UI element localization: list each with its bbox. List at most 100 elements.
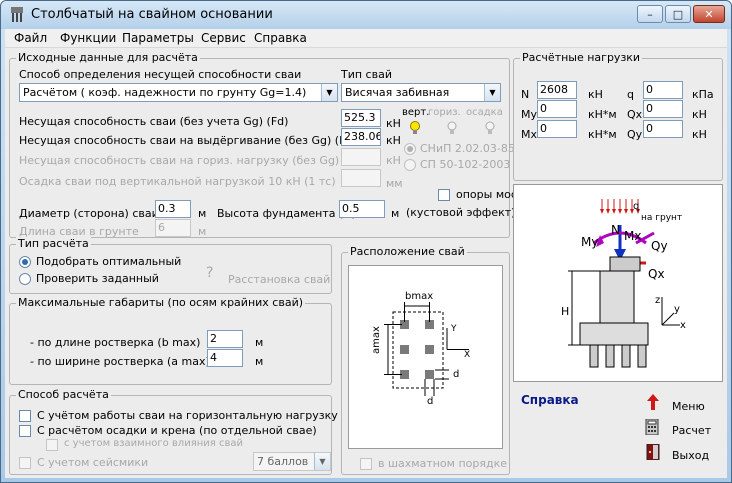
scheme-qy-label: Qy	[651, 239, 668, 253]
input-data-group: Исходные данные для расчёта Способ опред…	[9, 51, 537, 238]
height-label: Высота фундамента (H)	[217, 207, 356, 220]
q-label: q	[627, 88, 634, 101]
fdq-label: Несущая способность сваи на гориз. нагру…	[19, 154, 372, 167]
fd-label: Несущая способность сваи (без учета Gg) …	[19, 115, 289, 128]
calculate-button[interactable]: Расчет	[672, 424, 711, 437]
method-select[interactable]: Расчётом ( коэф. надежности по грунту Gg…	[19, 83, 338, 102]
fdq-input[interactable]	[341, 148, 381, 166]
bulb-on-icon[interactable]	[409, 121, 421, 135]
calc-method-title: Способ расчёта	[16, 388, 111, 401]
menu-help[interactable]: Справка	[254, 31, 307, 45]
a-max-input[interactable]: 4	[207, 349, 243, 367]
b-max-unit: м	[255, 336, 264, 349]
norm-snip-label: СНиП 2.02.03-85	[420, 142, 515, 155]
tab-vertical[interactable]: верт.	[402, 107, 429, 118]
chevron-down-icon: ▼	[321, 84, 337, 101]
menu-service[interactable]: Сервис	[201, 31, 246, 45]
menu-arrow-icon[interactable]	[647, 394, 659, 410]
pile-layout-panel: bmax amax Y X d d	[348, 265, 503, 449]
optimal-radio[interactable]	[19, 256, 31, 268]
qx-unit: кН	[692, 108, 707, 121]
qx-label: Qx	[627, 108, 643, 121]
mutual-influence-label: с учетом взаимного влияния свай	[64, 438, 243, 449]
settlement-input[interactable]	[341, 169, 381, 187]
q-unit: кПа	[692, 88, 714, 101]
b-max-input[interactable]: 2	[207, 330, 243, 348]
dimensions-title: Максимальные габариты (по осям крайних с…	[16, 296, 306, 309]
horizontal-load-checkbox[interactable]	[19, 410, 31, 422]
scheme-n-label: N	[611, 223, 620, 237]
tab-settlement[interactable]: осадка	[466, 107, 503, 118]
chess-order-label: в шахматном порядке	[378, 457, 507, 470]
qy-input[interactable]: 0	[643, 120, 683, 138]
fdu-input[interactable]: 238.06	[341, 128, 381, 146]
pile-type-select[interactable]: Висячая забивная ▼	[341, 83, 501, 102]
maximize-button[interactable]: □	[665, 5, 691, 23]
my-input[interactable]: 0	[537, 100, 577, 118]
diameter-unit: м	[198, 207, 207, 220]
n-label: N	[521, 88, 530, 101]
fd-input[interactable]: 525.3	[341, 109, 381, 127]
client-area: Исходные данные для расчёта Способ опред…	[5, 48, 727, 478]
length-input[interactable]: 6	[155, 219, 191, 237]
pile-type-label: Тип свай	[341, 68, 392, 81]
scheme-ground-label: на грунт	[641, 213, 683, 223]
placement-button[interactable]: Расстановка свай	[228, 273, 330, 286]
seismic-checkbox[interactable]	[19, 457, 31, 469]
menu-button[interactable]: Меню	[672, 400, 705, 413]
bridge-checkbox[interactable]	[438, 189, 450, 201]
menu-parameters[interactable]: Параметры	[122, 31, 194, 45]
scheme-h-label: H	[561, 305, 570, 318]
seismic-select[interactable]: 7 баллов ▼	[253, 452, 331, 471]
seismic-label: С учетом сейсмики	[37, 456, 149, 469]
window-title: Столбчатый на свайном основании	[31, 7, 273, 22]
menu-file[interactable]: Файл	[14, 31, 47, 45]
maximize-icon: □	[672, 7, 684, 21]
scheme-y-label: y	[674, 304, 680, 315]
norm-sp-label: СП 50-102-2003	[420, 158, 511, 171]
method-label: Способ определения несущей способности с…	[19, 68, 302, 81]
mutual-influence-checkbox[interactable]	[46, 439, 58, 451]
foundation-scheme-drawing	[568, 199, 680, 368]
settlement-calc-checkbox[interactable]	[19, 425, 31, 437]
menu-functions[interactable]: Функции	[60, 31, 116, 45]
diameter-input[interactable]: 0.3	[155, 200, 191, 218]
norm-snip-radio[interactable]	[404, 143, 416, 155]
my-unit: кН*м	[588, 108, 617, 121]
check-given-radio[interactable]	[19, 273, 31, 285]
qx-input[interactable]: 0	[643, 100, 683, 118]
axis-x-label: X	[464, 350, 471, 360]
exit-door-icon[interactable]	[646, 444, 660, 460]
scheme-mx-label: Mx	[624, 229, 642, 243]
dimensions-group: Максимальные габариты (по осям крайних с…	[9, 296, 332, 385]
bmax-label: bmax	[405, 291, 434, 302]
mx-input[interactable]: 0	[537, 120, 577, 138]
app-window: Столбчатый на свайном основании – □ ✕ Фа…	[0, 0, 732, 483]
norm-sp-radio[interactable]	[404, 159, 416, 171]
check-given-label: Проверить заданный	[36, 272, 159, 285]
calc-type-group: Тип расчёта Подобрать оптимальный Провер…	[9, 237, 332, 294]
minimize-button[interactable]: –	[637, 5, 663, 23]
calculator-icon[interactable]	[645, 419, 659, 435]
tab-horizontal[interactable]: гориз.	[428, 107, 461, 118]
chess-order-checkbox[interactable]	[360, 458, 372, 470]
method-select-value: Расчётом ( коэф. надежности по грунту Gg…	[23, 86, 307, 99]
scheme-my-label: My	[581, 235, 599, 249]
scheme-x-label: x	[680, 320, 686, 331]
exit-button[interactable]: Выход	[672, 449, 709, 462]
menu-bar: Файл Функции Параметры Сервис Справка	[5, 29, 727, 48]
mx-unit: кН*м	[588, 128, 617, 141]
help-link[interactable]: Справка	[521, 393, 579, 407]
calc-method-group: Способ расчёта С учётом работы сваи на г…	[9, 388, 338, 475]
optimal-label: Подобрать оптимальный	[36, 255, 182, 268]
q-input[interactable]: 0	[643, 81, 683, 99]
n-input[interactable]: 2608	[537, 81, 577, 99]
input-data-title: Исходные данные для расчёта	[16, 51, 200, 64]
height-input[interactable]: 0.5	[339, 200, 385, 218]
title-bar: Столбчатый на свайном основании – □ ✕	[1, 1, 731, 29]
bridge-note: (кустовой эффект)	[406, 206, 516, 219]
close-button[interactable]: ✕	[693, 5, 725, 23]
bulb-off-icon[interactable]	[484, 121, 496, 135]
bulb-off-icon[interactable]	[446, 121, 458, 135]
chevron-down-icon: ▼	[314, 453, 330, 470]
